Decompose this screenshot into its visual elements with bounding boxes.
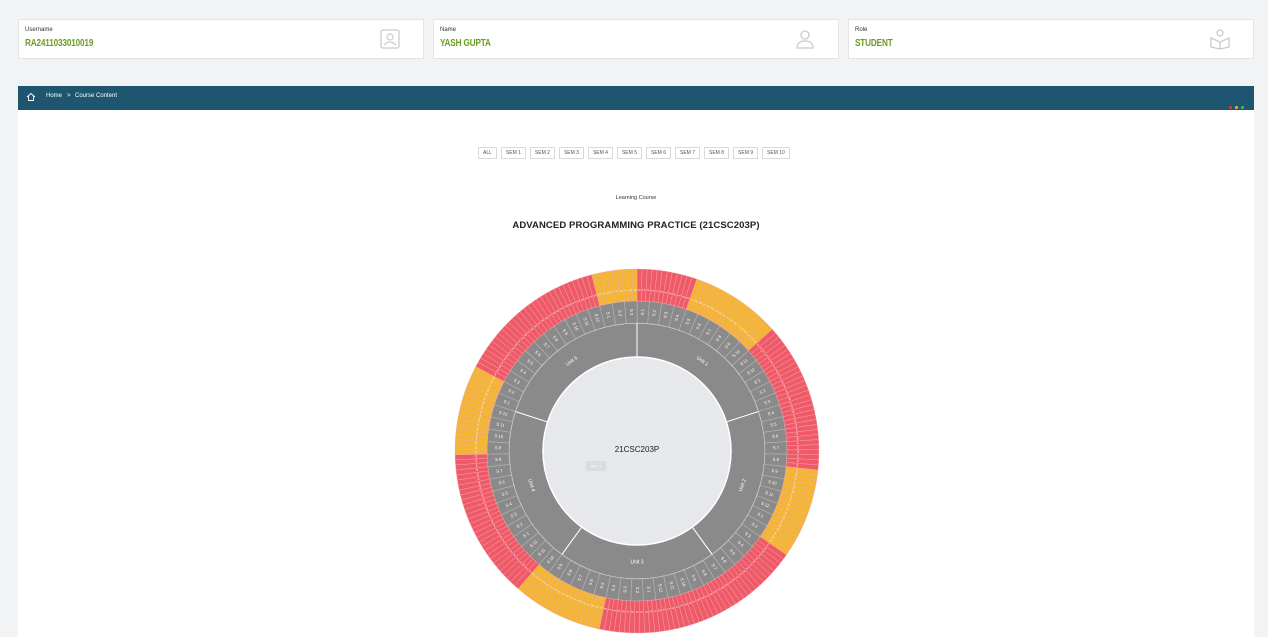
- topic-label: 3: [797, 450, 799, 454]
- wheel-center-label: 21CSC203P: [615, 445, 659, 454]
- topic-label: 2: [475, 446, 477, 450]
- topic-label: 2: [621, 610, 625, 612]
- session-label: S 8: [495, 457, 502, 462]
- topic-label: 1: [640, 611, 644, 613]
- topic-segment[interactable]: [454, 449, 488, 456]
- topic-label: 2: [797, 446, 799, 450]
- session-label: S 1: [640, 308, 645, 315]
- topic-label: 3: [644, 611, 648, 613]
- session-label: S 6: [772, 433, 779, 439]
- topic-label: 1: [475, 463, 477, 467]
- course-wheel: Unit 1S 11 2 3S 21 2 3S 31 2 3S 41 2 3S 51 23S 61…: [454, 268, 820, 634]
- session-label: S 1: [646, 586, 652, 593]
- topic-label: 1: [475, 437, 477, 441]
- topic-label: 2: [642, 289, 646, 291]
- topic-label: 1: [475, 450, 477, 454]
- topic-label: 2: [635, 611, 639, 613]
- session-label: S 3: [622, 585, 628, 592]
- topic-segment[interactable]: [786, 444, 820, 451]
- topic-label: 3: [633, 289, 637, 291]
- topic-label: 1: [797, 441, 799, 445]
- topic-label: 1: [797, 455, 799, 459]
- unit-label: Unit 3: [630, 559, 643, 565]
- topic-label: 2: [476, 432, 478, 436]
- topic-label: 3: [796, 437, 798, 441]
- center-badge-label: SEC 2: [590, 464, 602, 469]
- topic-label: 1: [626, 611, 630, 613]
- topic-label: 3: [475, 441, 477, 445]
- session-label: S 7: [773, 445, 780, 450]
- session-label: S 2: [635, 587, 640, 594]
- session-label: S 10: [494, 433, 504, 439]
- topic-label: 3: [619, 290, 623, 292]
- topic-segment[interactable]: [631, 268, 638, 302]
- topic-label: 2: [475, 459, 477, 463]
- topic-label: 3: [475, 455, 477, 459]
- topic-label: 3: [630, 611, 634, 613]
- session-label: S 8: [772, 457, 779, 462]
- session-label: S 3: [629, 309, 634, 316]
- topic-label: 2: [628, 289, 632, 291]
- session-label: S 9: [495, 445, 502, 450]
- topic-label: 1: [624, 289, 628, 291]
- topic-segment[interactable]: [634, 600, 640, 634]
